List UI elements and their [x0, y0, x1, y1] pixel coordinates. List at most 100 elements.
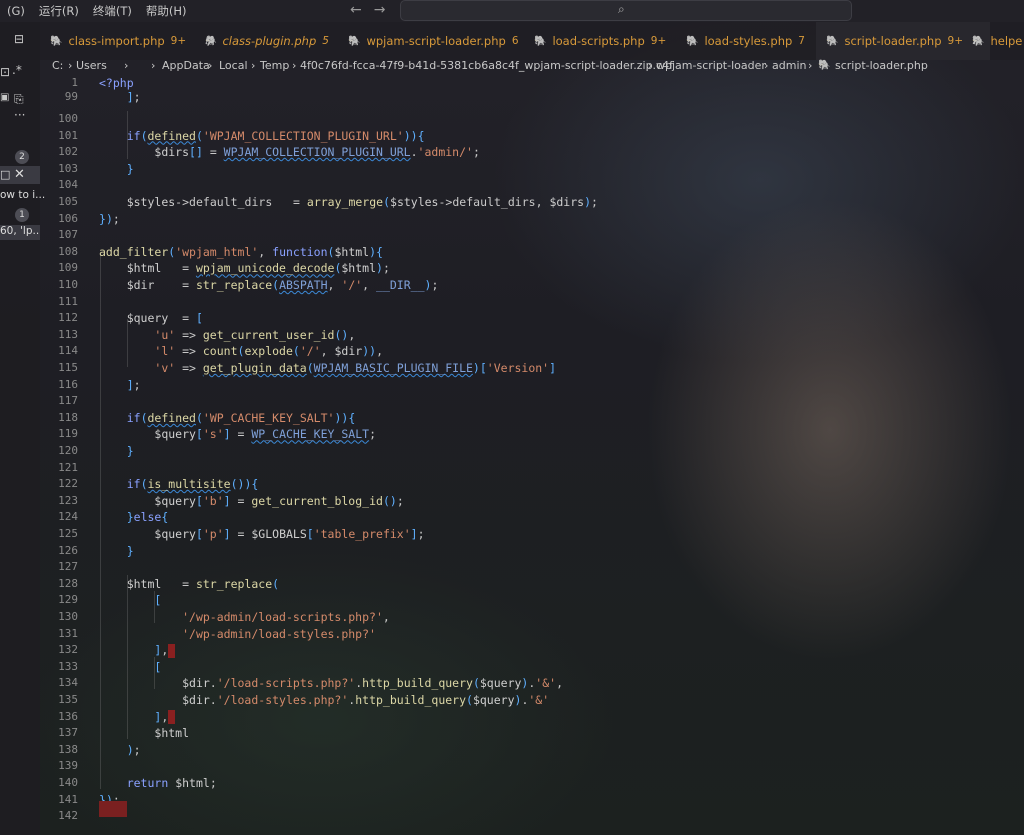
- breadcrumb-item[interactable]: C:: [52, 59, 63, 72]
- line-number: 141: [58, 792, 78, 806]
- tab-label: class-plugin.php: [222, 34, 317, 48]
- code-text: '/wp-admin/load-scripts.php?',: [182, 610, 390, 624]
- code-text: }else{: [126, 510, 169, 525]
- command-center-search[interactable]: ⌕: [400, 0, 852, 21]
- line-number: 140: [58, 776, 78, 789]
- code-text: 'u' => get_current_user_id(),: [154, 327, 356, 342]
- search-result-item[interactable]: 60, 'lp...: [0, 225, 40, 240]
- php-file-icon: 🐘: [686, 35, 699, 47]
- line-number: 108: [58, 244, 78, 258]
- result-count-badge: 2: [15, 150, 29, 164]
- line-number: 117: [58, 394, 78, 408]
- more-icon[interactable]: ···: [14, 108, 25, 122]
- eof-error-marker: [99, 801, 127, 817]
- breadcrumb-item[interactable]: Users: [76, 59, 107, 72]
- tab-label: wpjam-script-loader.php: [366, 34, 506, 48]
- breadcrumb-item[interactable]: script-loader.php: [835, 59, 928, 72]
- line-number: 130: [58, 610, 78, 623]
- code-text: ],: [99, 709, 176, 725]
- problem-count: 9+: [650, 35, 667, 47]
- arrow-right-icon[interactable]: →: [374, 2, 386, 18]
- chevron-right-icon: ›: [68, 59, 73, 72]
- line-number: 135: [58, 693, 78, 706]
- close-icon[interactable]: ✕: [14, 167, 25, 182]
- line-number: 114: [58, 344, 78, 358]
- code-text: $query['p'] = $GLOBALS['table_prefix'];: [154, 527, 425, 541]
- file-icon: □: [0, 168, 11, 181]
- code-text: $query['s'] = WP_CACHE_KEY_SALT;: [154, 427, 377, 442]
- code-text: if(defined('WP_CACHE_KEY_SALT')){: [126, 410, 356, 425]
- tab-label: script-loader.php: [844, 34, 942, 48]
- tab-load-scripts[interactable]: 🐘 load-scripts.php 9+: [534, 22, 666, 60]
- line-number: 128: [58, 576, 78, 590]
- line-number: 113: [58, 327, 78, 341]
- search-result-file-row[interactable]: □ ✕: [0, 166, 40, 184]
- code-text: add_filter('wpjam_html', function($html)…: [99, 244, 383, 259]
- line-number: 110: [58, 278, 78, 291]
- problem-count: 6: [511, 35, 519, 47]
- search-icon: ⌕: [618, 2, 625, 16]
- error-marker: [168, 643, 176, 658]
- line-number: 124: [58, 510, 78, 524]
- tab-label: load-scripts.php: [552, 34, 645, 48]
- code-text: }: [126, 161, 134, 176]
- line-number: 142: [58, 809, 78, 823]
- tab-label: class-import.php: [68, 34, 165, 48]
- php-file-icon: 🐘: [826, 35, 839, 47]
- arrow-left-icon[interactable]: ←: [350, 2, 362, 18]
- code-text: }: [126, 444, 134, 458]
- collapse-folders-icon[interactable]: ⊟: [14, 32, 24, 46]
- menu-go[interactable]: (G): [0, 4, 32, 18]
- php-file-icon: 🐘: [534, 35, 547, 47]
- search-result-item[interactable]: ow to i...: [0, 189, 45, 201]
- line-number: 131: [58, 626, 78, 640]
- breadcrumb-item[interactable]: admin: [772, 59, 806, 72]
- menu-run[interactable]: 运行(R): [32, 3, 86, 19]
- code-text: $html: [154, 726, 190, 741]
- tab-script-loader[interactable]: 🐘 script-loader.php 9+ ✕: [816, 22, 990, 60]
- line-number: 104: [58, 178, 78, 192]
- code-editor[interactable]: 1 <?php 99 ]; 100 101 if(defined('WPJAM_COLL…: [40, 75, 1024, 835]
- line-number: 116: [58, 377, 78, 391]
- replace-all-icon[interactable]: ⎘: [14, 92, 24, 107]
- code-text: );: [126, 742, 141, 757]
- menu-terminal[interactable]: 终端(T): [86, 3, 139, 19]
- code-text: [: [154, 659, 162, 674]
- chevron-right-icon: ›: [251, 59, 256, 72]
- match-case-icon[interactable]: ⊡: [0, 65, 10, 79]
- regex-icon[interactable]: .*: [12, 63, 22, 77]
- tab-class-import[interactable]: 🐘 class-import.php 9+: [50, 22, 186, 60]
- breadcrumb-item[interactable]: AppData: [162, 59, 210, 72]
- code-text: 'v' => get_plugin_data(WPJAM_BASIC_PLUGI…: [154, 361, 557, 375]
- line-number: 139: [58, 759, 78, 773]
- line-number: 118: [58, 410, 78, 424]
- line-number: 99: [64, 90, 78, 103]
- code-text: '/wp-admin/load-styles.php?': [182, 626, 376, 641]
- tab-load-styles[interactable]: 🐘 load-styles.php 7: [686, 22, 805, 60]
- tab-wpjam-script-loader[interactable]: 🐘 wpjam-script-loader.php 6: [348, 22, 519, 60]
- line-number: 102: [58, 145, 78, 159]
- line-number: 122: [58, 477, 78, 491]
- code-text: $dirs[] = WPJAM_COLLECTION_PLUGIN_URL.'a…: [154, 145, 480, 160]
- line-number: 127: [58, 560, 78, 574]
- line-number: 133: [58, 659, 78, 673]
- menu-help[interactable]: 帮助(H): [139, 3, 194, 19]
- tab-helpers[interactable]: 🐘 helpe: [972, 22, 1022, 60]
- php-file-icon: 🐘: [818, 60, 831, 71]
- chevron-right-icon: ›: [151, 59, 156, 72]
- breadcrumb-item[interactable]: wpjam-script-loader: [656, 59, 766, 72]
- breadcrumb-item[interactable]: Local: [219, 59, 248, 72]
- code-text: if(defined('WPJAM_COLLECTION_PLUGIN_URL'…: [126, 128, 425, 143]
- code-text: }: [126, 543, 134, 558]
- problem-count: 5: [322, 35, 329, 47]
- code-text: });: [99, 211, 120, 226]
- tab-label: helpe: [990, 34, 1023, 48]
- line-number: 119: [58, 427, 78, 441]
- line-number: 115: [58, 361, 78, 374]
- match-word-icon[interactable]: ▣: [0, 92, 9, 103]
- line-number: 138: [58, 742, 78, 756]
- tab-class-plugin[interactable]: 🐘 class-plugin.php 5: [204, 22, 329, 60]
- editor-tab-bar: 🐘 class-import.php 9+ 🐘 class-plugin.php 5 🐘…: [40, 22, 1024, 60]
- breadcrumb-item[interactable]: Temp: [260, 59, 289, 72]
- breadcrumb-item[interactable]: 4f0c76fd-fcca-47f9-b41d-5381cb6a8c4f_wpj…: [300, 59, 673, 72]
